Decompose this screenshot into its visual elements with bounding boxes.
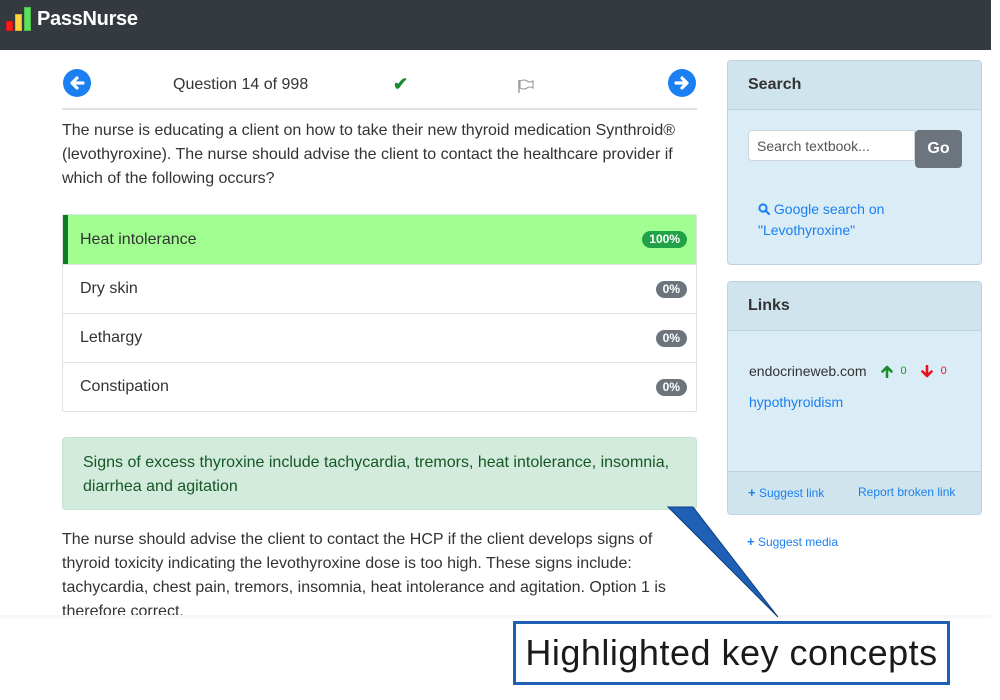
arrow-right-circle-icon — [674, 76, 689, 90]
search-card: Search Go Google search on "Levothyroxin… — [727, 60, 982, 265]
flag-icon[interactable] — [518, 79, 534, 93]
next-question-button[interactable] — [668, 69, 696, 97]
logo-bar-green — [24, 7, 31, 31]
answer-percent-badge: 0% — [655, 330, 687, 347]
callout-label: Highlighted key concepts — [513, 621, 950, 685]
answer-option[interactable]: Heat intolerance 100% — [63, 215, 696, 264]
links-card-footer: + Suggest link Report broken link — [728, 471, 981, 514]
search-input[interactable] — [748, 130, 915, 161]
key-concept-box: Signs of excess thyroxine include tachyc… — [62, 437, 697, 510]
links-card-title: Links — [728, 282, 981, 331]
link-item: endocrineweb.com 0 0 — [749, 363, 947, 379]
explanation-text: The nurse should advise the client to co… — [62, 531, 666, 620]
question-text: The nurse is educating a client on how t… — [62, 122, 676, 187]
brand-logo[interactable]: PassNurse — [6, 7, 138, 31]
prev-question-button[interactable] — [63, 69, 91, 97]
links-card: Links endocrineweb.com 0 0 hypothyroidis… — [727, 281, 982, 515]
arrow-up-icon — [880, 365, 893, 378]
answer-option[interactable]: Dry skin 0% — [63, 264, 696, 313]
resource-link[interactable]: hypothyroidism — [749, 394, 843, 410]
check-icon: ✔ — [393, 74, 409, 94]
downvote-button[interactable]: 0 — [920, 364, 947, 378]
question-panel: Question 14 of 998 ✔ The nurse is educat… — [62, 62, 697, 624]
answer-label: Constipation — [80, 378, 169, 395]
arrow-left-circle-icon — [70, 76, 85, 90]
report-broken-link-button[interactable]: Report broken link — [858, 485, 955, 499]
answer-option[interactable]: Lethargy 0% — [63, 313, 696, 362]
upvote-count: 0 — [900, 365, 907, 377]
answer-percent-badge: 0% — [655, 281, 687, 298]
suggest-link-button[interactable]: + Suggest link — [748, 485, 824, 500]
plus-icon: + — [747, 534, 755, 549]
answer-list: Heat intolerance 100% Dry skin 0% Lethar… — [62, 214, 697, 412]
search-icon — [758, 203, 771, 216]
google-search-link[interactable]: Google search on "Levothyroxine" — [758, 199, 938, 241]
suggest-media-button[interactable]: + Suggest media — [747, 534, 838, 549]
suggest-link-label: Suggest link — [758, 486, 825, 500]
answer-label: Heat intolerance — [80, 230, 197, 248]
answer-label: Lethargy — [80, 329, 143, 346]
plus-icon: + — [748, 485, 756, 500]
question-counter: Question 14 of 998 — [173, 76, 309, 93]
answer-percent-badge: 0% — [655, 379, 687, 396]
google-search-label: Google search on "Levothyroxine" — [758, 201, 885, 238]
arrow-down-icon — [920, 364, 933, 377]
logo-bar-yellow — [15, 14, 22, 31]
downvote-count: 0 — [940, 365, 947, 377]
logo-bar-red — [6, 21, 13, 31]
link-site: endocrineweb.com — [749, 363, 867, 379]
answer-percent-badge: 100% — [642, 231, 687, 248]
scroll-fade — [0, 615, 991, 619]
answer-option[interactable]: Constipation 0% — [63, 362, 696, 411]
go-button[interactable]: Go — [915, 130, 962, 168]
suggest-media-label: Suggest media — [757, 535, 838, 549]
search-card-title: Search — [728, 61, 981, 110]
brand-name: PassNurse — [37, 8, 138, 30]
upvote-button[interactable]: 0 — [880, 365, 907, 378]
search-form: Go — [748, 130, 962, 168]
navbar: PassNurse — [0, 0, 991, 50]
answer-label: Dry skin — [80, 280, 138, 297]
question-nav: Question 14 of 998 ✔ — [62, 62, 697, 110]
